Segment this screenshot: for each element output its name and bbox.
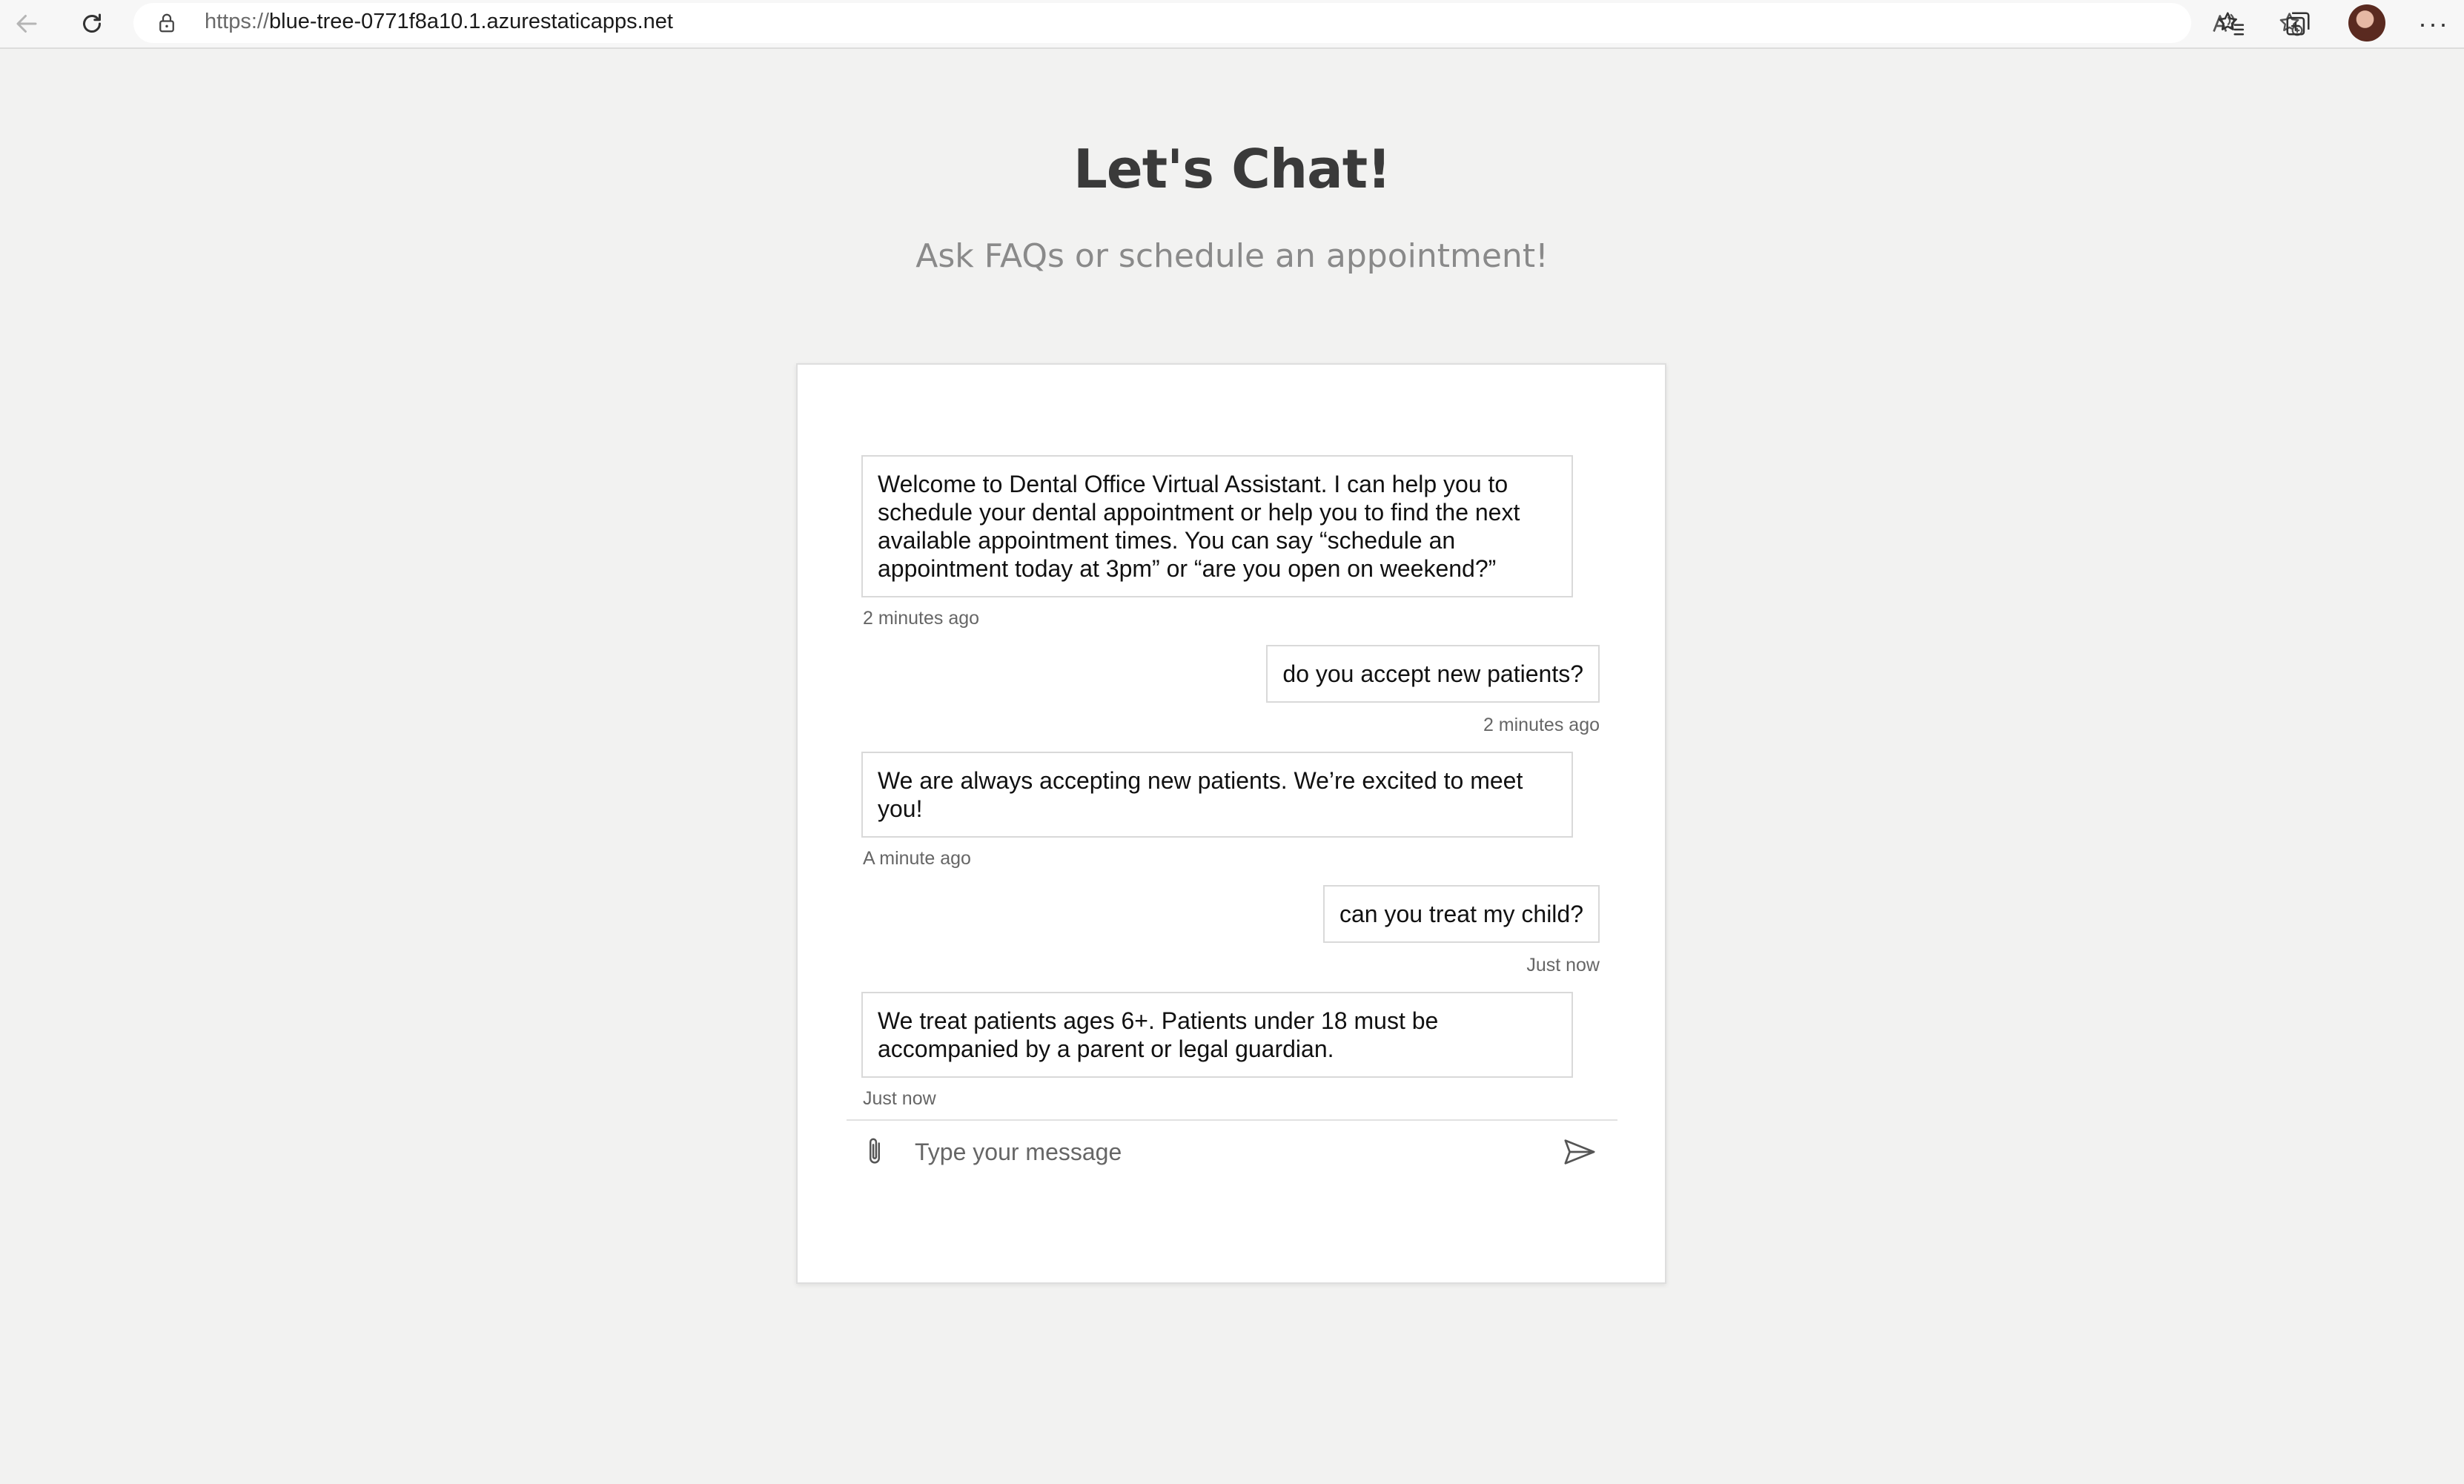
message-input[interactable] — [913, 1131, 1539, 1173]
message-timestamp: 2 minutes ago — [1483, 715, 1600, 735]
url-text[interactable]: https://blue-tree-0771f8a10.1.azurestati… — [205, 10, 673, 34]
collections-icon — [2286, 12, 2310, 36]
send-button[interactable] — [1560, 1134, 1600, 1170]
paperclip-icon — [870, 1138, 880, 1164]
more-icon[interactable]: ··· — [2415, 6, 2452, 42]
url-host: blue-tree-0771f8a10.1.azurestaticapps.ne… — [269, 10, 673, 33]
message-timestamp: A minute ago — [863, 848, 971, 869]
reload-button[interactable] — [73, 4, 111, 43]
collections-button[interactable] — [2280, 6, 2316, 42]
message-timestamp: 2 minutes ago — [863, 608, 980, 629]
bot-message: We are always accepting new patients. We… — [861, 752, 1573, 838]
url-protocol: https:// — [205, 10, 270, 33]
page-subtitle: Ask FAQs or schedule an appointment! — [915, 237, 1549, 275]
lock-icon[interactable] — [156, 12, 178, 34]
back-button[interactable] — [7, 4, 46, 43]
send-icon — [1564, 1139, 1595, 1165]
user-message: can you treat my child? — [1322, 885, 1600, 943]
reload-icon — [83, 13, 101, 33]
address-bar[interactable]: https://blue-tree-0771f8a10.1.azurestati… — [133, 3, 2303, 43]
favorites-icon — [2218, 12, 2245, 36]
profile-avatar[interactable] — [2348, 4, 2385, 42]
message-timestamp: Just now — [1526, 955, 1600, 975]
message-timestamp: Just now — [863, 1088, 936, 1109]
message-composer — [847, 1119, 1617, 1182]
bot-message: Welcome to Dental Office Virtual Assista… — [861, 455, 1573, 597]
favorites-button[interactable] — [2213, 6, 2249, 42]
browser-toolbar: https://blue-tree-0771f8a10.1.azurestati… — [0, 0, 2464, 49]
user-message: do you accept new patients? — [1266, 645, 1600, 703]
attach-button[interactable] — [860, 1134, 890, 1170]
chat-window: Welcome to Dental Office Virtual Assista… — [796, 363, 1666, 1284]
page-title: Let's Chat! — [1073, 138, 1391, 200]
bot-message: We treat patients ages 6+. Patients unde… — [861, 992, 1573, 1078]
back-arrow-icon — [16, 15, 37, 33]
